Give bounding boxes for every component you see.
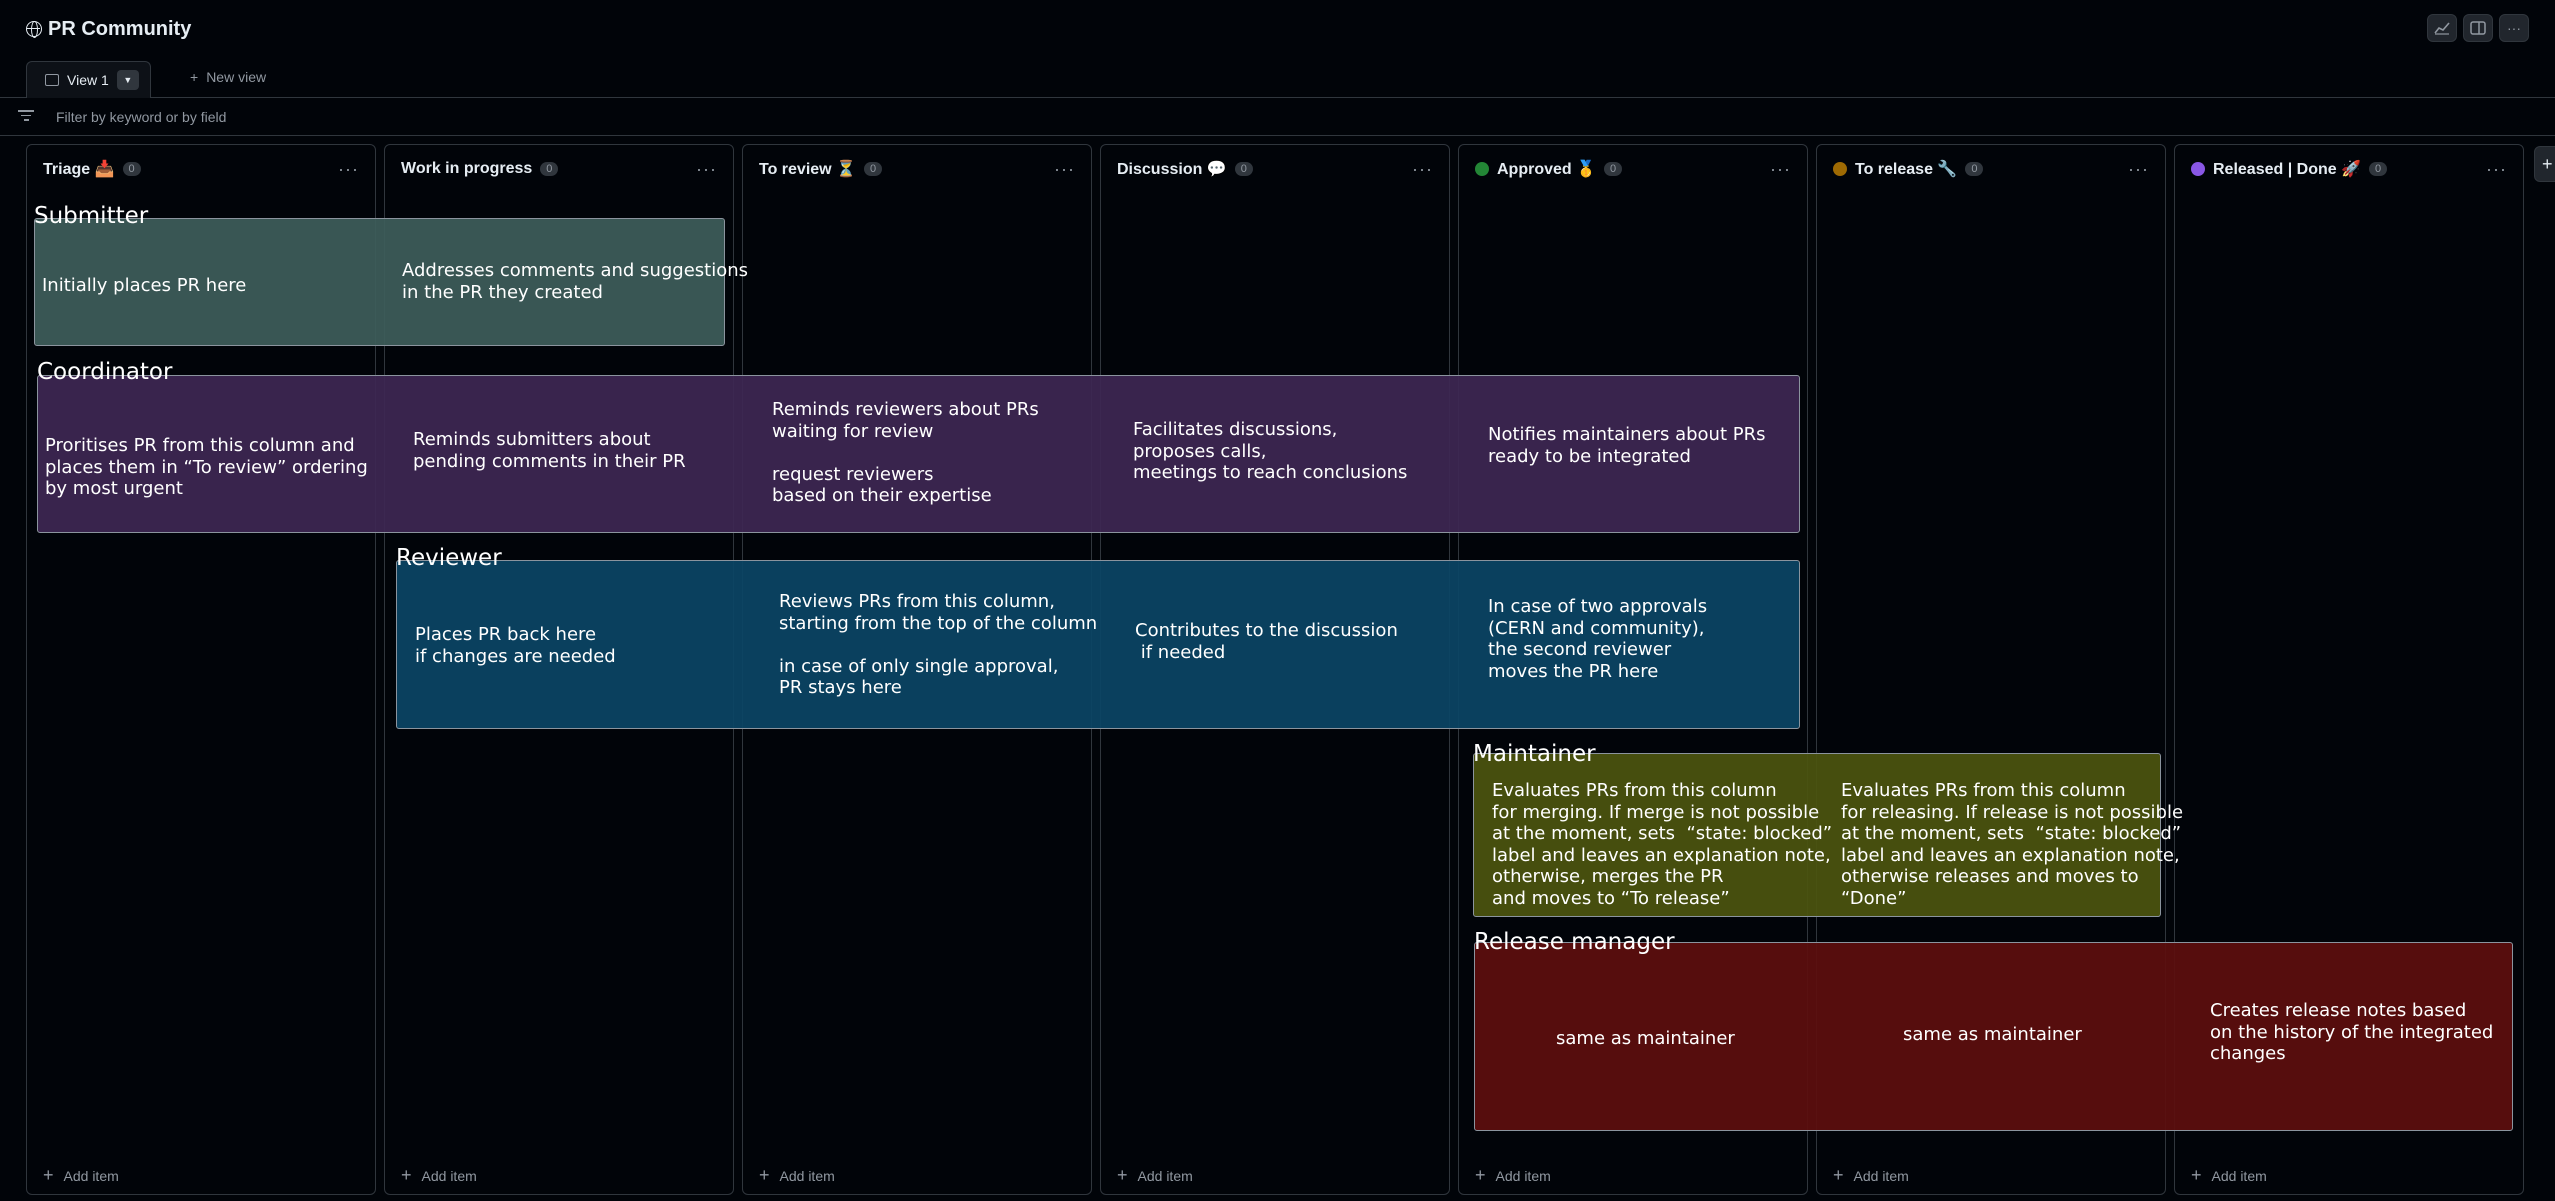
role-note: Evaluates PRs from this column for mergi…	[1492, 780, 1833, 909]
column-count: 0	[1604, 162, 1623, 176]
insights-icon[interactable]	[2427, 14, 2457, 42]
filter-input[interactable]: Filter by keyword or by field	[56, 109, 226, 125]
role-label-maintainer: Maintainer	[1473, 741, 1596, 767]
column-header: To review ⏳ 0	[743, 145, 1091, 193]
tab-view-1[interactable]: View 1 ▼	[26, 61, 151, 98]
plus-icon: +	[1833, 1165, 1844, 1185]
column-header: Triage 📥 0	[27, 145, 375, 193]
role-label-release-manager: Release manager	[1474, 929, 1675, 955]
role-note: Places PR back here if changes are neede…	[415, 624, 616, 667]
plus-icon: +	[401, 1165, 412, 1185]
add-item-label: Add item	[779, 1167, 835, 1184]
project-title-text: PR Community	[48, 17, 192, 40]
role-note: Reminds reviewers about PRs waiting for …	[772, 399, 1039, 506]
role-label-submitter: Submitter	[34, 203, 149, 229]
view-tabs: View 1 ▼ + New view	[0, 58, 2555, 98]
add-item-button[interactable]: + Add item	[1475, 1165, 1551, 1186]
add-item-button[interactable]: + Add item	[401, 1165, 477, 1186]
column-count: 0	[863, 162, 883, 176]
add-item-button[interactable]: + Add item	[43, 1165, 119, 1186]
status-dot	[1475, 162, 1489, 176]
plus-icon: +	[759, 1165, 770, 1185]
header-actions: ···	[2427, 14, 2529, 42]
role-note: Evaluates PRs from this column for relea…	[1841, 780, 2184, 909]
chevron-down-icon[interactable]: ▼	[116, 70, 139, 90]
tab-label: View 1	[67, 72, 109, 88]
filter-bar: Filter by keyword or by field	[0, 98, 2555, 136]
add-item-label: Add item	[2211, 1167, 2267, 1184]
column-title: Discussion 💬	[1117, 161, 1227, 178]
column-menu-icon[interactable]: ···	[1054, 159, 1075, 180]
add-column-button[interactable]: +	[2534, 146, 2555, 182]
status-dot	[2191, 162, 2205, 176]
column-menu-icon[interactable]: ···	[696, 159, 717, 180]
more-icon[interactable]: ···	[2499, 14, 2529, 42]
add-item-label: Add item	[421, 1167, 477, 1184]
role-note: Addresses comments and suggestions in th…	[402, 260, 749, 303]
column-menu-icon[interactable]: ···	[2128, 159, 2149, 180]
board-icon	[45, 74, 59, 86]
role-note: Creates release notes based on the histo…	[2210, 1000, 2494, 1064]
column-menu-icon[interactable]: ···	[1412, 159, 1433, 180]
column-menu-icon[interactable]: ···	[2486, 159, 2507, 180]
column-count: 0	[540, 162, 559, 176]
column-header: Work in progress 0	[385, 145, 733, 193]
plus-icon: +	[2191, 1165, 2202, 1185]
globe-icon	[26, 21, 42, 38]
add-item-button[interactable]: + Add item	[2191, 1165, 2267, 1186]
role-note: In case of two approvals (CERN and commu…	[1488, 596, 1708, 682]
column-count: 0	[1234, 162, 1253, 176]
role-note: Contributes to the discussion if needed	[1135, 620, 1398, 663]
role-note: Proritises PR from this column and place…	[45, 435, 368, 499]
column-header: Released | Done 🚀 0	[2175, 145, 2523, 193]
add-item-button[interactable]: + Add item	[759, 1165, 835, 1186]
column-title: Approved 🥇	[1497, 161, 1597, 178]
filter-icon[interactable]	[18, 110, 34, 122]
column-title: To review ⏳	[759, 161, 856, 178]
role-note: same as maintainer	[1903, 1024, 2082, 1045]
add-item-label: Add item	[1137, 1167, 1193, 1184]
column-title: Work in progress	[401, 160, 533, 177]
plus-icon: +	[1117, 1165, 1128, 1185]
column-header: Discussion 💬 0	[1101, 145, 1449, 193]
column-menu-icon[interactable]: ···	[1770, 159, 1791, 180]
column-header: To release 🔧 0	[1817, 145, 2165, 193]
column-count: 0	[122, 162, 141, 176]
new-view-button[interactable]: + New view	[190, 69, 266, 85]
column-menu-icon[interactable]: ···	[338, 159, 359, 180]
role-note: same as maintainer	[1556, 1028, 1735, 1049]
add-item-button[interactable]: + Add item	[1833, 1165, 1909, 1186]
role-label-reviewer: Reviewer	[396, 545, 502, 571]
column-title: Triage 📥	[43, 161, 115, 178]
role-label-coordinator: Coordinator	[37, 359, 173, 385]
add-item-label: Add item	[1495, 1167, 1551, 1184]
layout-icon[interactable]	[2463, 14, 2493, 42]
add-item-button[interactable]: + Add item	[1117, 1165, 1193, 1186]
column-count: 0	[1965, 162, 1984, 176]
add-item-label: Add item	[63, 1167, 119, 1184]
plus-icon: +	[43, 1165, 54, 1185]
role-note: Facilitates discussions, proposes calls,…	[1133, 419, 1408, 483]
status-dot	[1833, 162, 1847, 176]
role-note: Initially places PR here	[42, 275, 247, 296]
role-note: Notifies maintainers about PRs ready to …	[1488, 424, 1766, 467]
project-title[interactable]: PR Community	[26, 16, 191, 42]
add-item-label: Add item	[1853, 1167, 1909, 1184]
column-header: Approved 🥇 0	[1459, 145, 1807, 193]
project-header: PR Community ···	[0, 0, 2555, 58]
column-title: Released | Done 🚀	[2213, 161, 2361, 178]
column-title: To release 🔧	[1855, 161, 1958, 178]
plus-icon: +	[190, 69, 199, 85]
plus-icon: +	[1475, 1165, 1486, 1185]
new-view-label: New view	[206, 69, 267, 85]
role-note: Reviews PRs from this column, starting f…	[779, 591, 1098, 698]
column-count: 0	[2369, 162, 2388, 176]
role-note: Reminds submitters about pending comment…	[413, 429, 686, 472]
